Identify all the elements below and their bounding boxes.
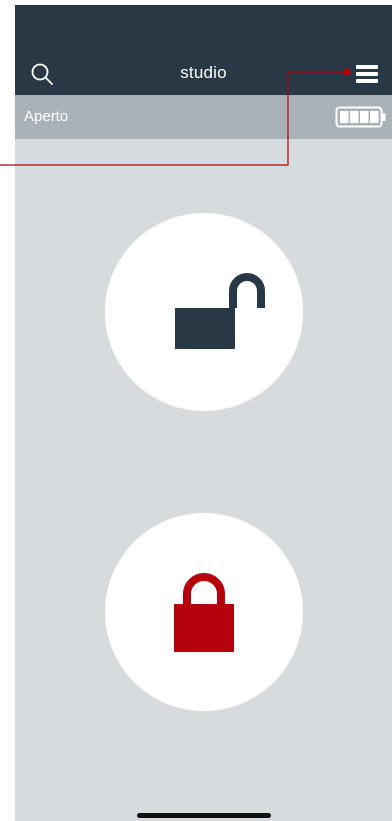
locked-padlock-icon — [174, 573, 234, 652]
lock-status-bar: Aperto — [15, 95, 392, 139]
hamburger-menu-icon — [356, 65, 378, 83]
lock-button[interactable] — [105, 513, 303, 711]
page-title: studio — [180, 63, 227, 82]
app-header: studio — [15, 5, 392, 95]
unlock-button[interactable] — [105, 213, 303, 411]
battery-indicator — [335, 106, 387, 128]
battery-full-icon — [335, 106, 386, 128]
unlocked-padlock-icon — [175, 273, 265, 349]
menu-button[interactable] — [353, 63, 381, 85]
lock-status-label: Aperto — [24, 108, 69, 125]
app-screen: studio Aperto — [15, 5, 392, 821]
home-indicator[interactable] — [137, 813, 271, 818]
